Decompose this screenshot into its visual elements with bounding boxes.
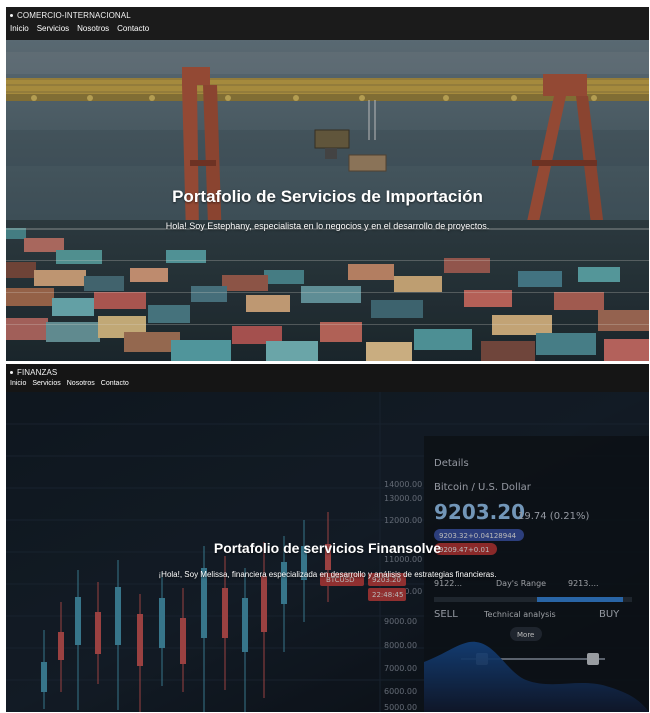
trade-brand[interactable]: COMERCIO-INTERNACIONAL: [10, 11, 131, 20]
trade-nav-inicio[interactable]: Inicio: [10, 24, 29, 33]
range-right: 9213....: [568, 579, 599, 588]
trade-nav-nosotros[interactable]: Nosotros: [77, 24, 109, 33]
axis-label-2: 13000.00: [384, 494, 422, 503]
trade-nav: Inicio Servicios Nosotros Contacto: [10, 24, 149, 33]
trade-nav-contacto[interactable]: Contacto: [117, 24, 149, 33]
asset-price: 9203.20: [434, 500, 525, 524]
finance-hero: 14000.00 13000.00 12000.00 11000.00 1000…: [6, 392, 649, 712]
finance-nav-contacto[interactable]: Contacto: [101, 380, 129, 387]
axis-label-1: 14000.00: [384, 480, 422, 489]
trade-brand-label: COMERCIO-INTERNACIONAL: [17, 11, 131, 20]
trade-section: COMERCIO-INTERNACIONAL Inicio Servicios …: [6, 7, 649, 361]
trade-topbar: COMERCIO-INTERNACIONAL Inicio Servicios …: [6, 7, 649, 40]
finance-brand[interactable]: FINANZAS: [10, 368, 57, 377]
asset-change: 19.74 (0.21%): [518, 511, 589, 522]
finance-nav-inicio[interactable]: Inicio: [10, 380, 26, 387]
trade-nav-servicios[interactable]: Servicios: [37, 24, 69, 33]
axis-label-8: 7000.00: [384, 664, 417, 673]
finance-section: FINANZAS Inicio Servicios Nosotros Conta…: [6, 364, 649, 712]
axis-label-4: 11000.00: [384, 555, 422, 564]
axis-label-9: 6000.00: [384, 687, 417, 696]
axis-label-10: 5000.00: [384, 703, 417, 712]
more-button-label[interactable]: More: [517, 631, 534, 639]
timer-label: 22:48:45: [372, 591, 403, 599]
axis-label-6: 9000.00: [384, 617, 417, 626]
finance-nav: Inicio Servicios Nosotros Contacto: [10, 380, 129, 387]
range-label: Day's Range: [496, 579, 546, 588]
axis-label-3: 12000.00: [384, 516, 422, 525]
trade-page-subtitle: Hola! Soy Estephany, especialista en lo …: [165, 221, 490, 231]
axis-label-7: 8000.00: [384, 641, 417, 650]
technical-analysis-label: Technical analysis: [483, 610, 556, 619]
slider-plus[interactable]: [587, 653, 599, 665]
asset-title: Bitcoin / U.S. Dollar: [434, 482, 532, 493]
finance-nav-nosotros[interactable]: Nosotros: [67, 380, 95, 387]
finance-brand-label: FINANZAS: [17, 368, 58, 377]
dot-icon: [10, 14, 13, 17]
finance-nav-servicios[interactable]: Servicios: [32, 380, 60, 387]
range-left: 9122...: [434, 579, 462, 588]
buy-label: BUY: [599, 609, 620, 620]
sell-label: SELL: [434, 609, 458, 620]
finance-page-title: Portafolio de servicios Finansolve: [213, 540, 442, 556]
dot-icon: [10, 371, 13, 374]
details-label: Details: [434, 458, 469, 469]
quote-text-1: 9203.32+0.04128944: [439, 532, 517, 540]
finance-page-subtitle: ¡Hola!, Soy Melissa, financiera especial…: [158, 570, 497, 579]
finance-topbar: FINANZAS Inicio Servicios Nosotros Conta…: [6, 364, 649, 392]
trade-hero: Portafolio de Servicios de Importación H…: [6, 40, 649, 361]
trade-page-title: Portafolio de Servicios de Importación: [172, 187, 483, 206]
screen: COMERCIO-INTERNACIONAL Inicio Servicios …: [0, 0, 650, 713]
